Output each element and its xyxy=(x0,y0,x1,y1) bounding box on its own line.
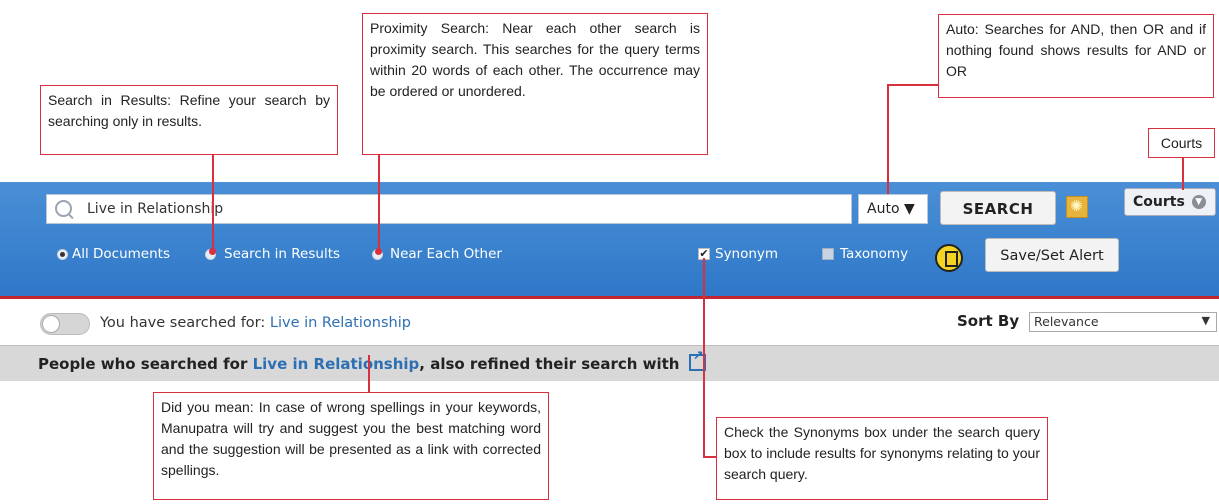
searched-query-link[interactable]: Live in Relationship xyxy=(270,315,411,331)
courts-button[interactable]: Courts ▼ xyxy=(1124,188,1216,216)
searched-prefix: You have searched for: xyxy=(100,315,266,331)
connector-auto-h xyxy=(887,84,938,86)
label-synonym[interactable]: Synonym xyxy=(715,246,778,262)
connector-courts xyxy=(1182,158,1184,190)
connector-proximity xyxy=(378,155,380,251)
label-all-documents[interactable]: All Documents xyxy=(72,246,170,262)
searched-for-text: You have searched for: Live in Relations… xyxy=(100,315,411,331)
search-input[interactable]: Live in Relationship xyxy=(46,194,852,224)
sort-by-select[interactable]: Relevance ▼ xyxy=(1029,312,1217,332)
search-icon xyxy=(55,200,72,217)
connector-synonyms-v xyxy=(703,258,705,458)
search-mode-select[interactable]: Auto ▼ xyxy=(858,194,928,224)
refine-text: People who searched for Live in Relation… xyxy=(38,349,706,373)
toolbar-divider xyxy=(0,296,1219,299)
radio-all-documents[interactable] xyxy=(57,249,68,260)
searched-toggle[interactable] xyxy=(40,313,90,335)
refine-query-link[interactable]: Live in Relationship xyxy=(253,355,420,373)
courts-button-label: Courts xyxy=(1133,194,1185,210)
connector-did-you-mean xyxy=(368,355,370,392)
callout-proximity-search: Proximity Search: Near each other search… xyxy=(362,13,708,155)
search-button[interactable]: SEARCH xyxy=(940,191,1056,225)
connector-dot xyxy=(209,248,216,255)
callout-synonyms: Check the Synonyms box under the search … xyxy=(716,417,1048,500)
taxonomy-checkbox[interactable] xyxy=(822,248,834,260)
refine-suffix: , also refined their search with xyxy=(419,355,680,373)
connector-dot xyxy=(375,248,382,255)
refine-bar: People who searched for Live in Relation… xyxy=(0,345,1219,381)
callout-search-in-results: Search in Results: Refine your search by… xyxy=(40,85,338,155)
suggestion-bulb-icon[interactable] xyxy=(1066,196,1088,218)
search-query-text: Live in Relationship xyxy=(87,201,224,217)
save-set-alert-button[interactable]: Save/Set Alert xyxy=(985,238,1119,272)
label-search-in-results[interactable]: Search in Results xyxy=(224,246,340,262)
sort-by-label: Sort By xyxy=(957,312,1020,330)
label-taxonomy[interactable]: Taxonomy xyxy=(840,246,908,262)
refine-prefix: People who searched for xyxy=(38,355,248,373)
label-near-each-other[interactable]: Near Each Other xyxy=(390,246,502,262)
dropdown-arrow-icon: ▼ xyxy=(1201,314,1210,327)
sort-by-value: Relevance xyxy=(1034,314,1099,329)
callout-auto: Auto: Searches for AND, then OR and if n… xyxy=(938,14,1214,98)
connector-auto-v xyxy=(887,84,889,194)
document-icon[interactable] xyxy=(935,244,963,272)
callout-did-you-mean: Did you mean: In case of wrong spellings… xyxy=(153,392,549,500)
connector-synonyms-h xyxy=(703,456,716,458)
callout-courts: Courts xyxy=(1148,128,1215,158)
chevron-down-icon: ▼ xyxy=(1191,195,1206,209)
connector-search-in-results xyxy=(212,155,214,251)
